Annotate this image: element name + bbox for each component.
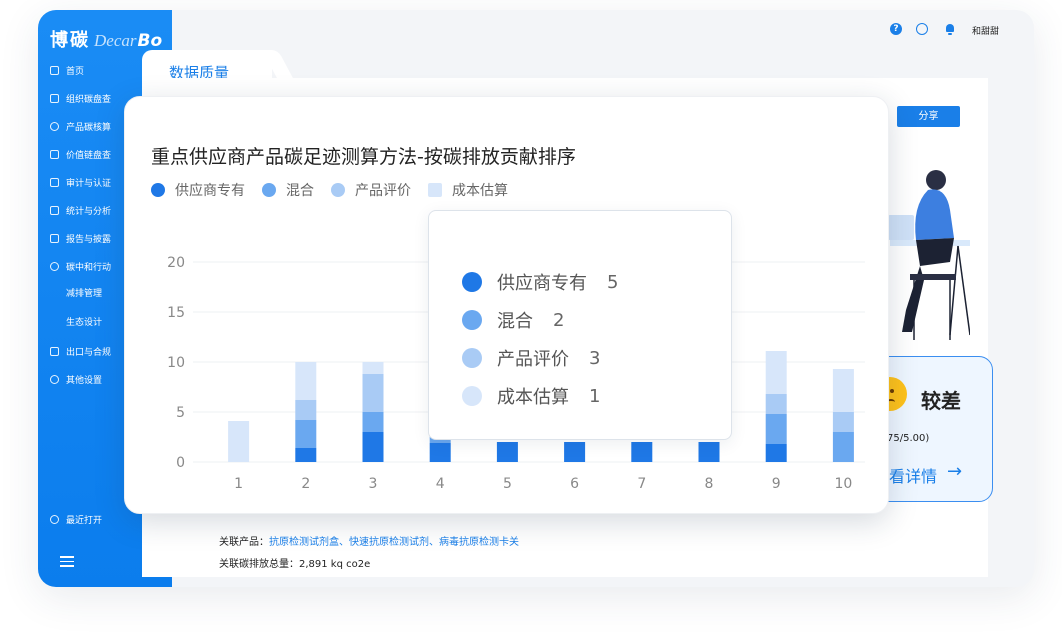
clock-icon bbox=[50, 515, 59, 524]
bar-segment bbox=[362, 374, 384, 412]
bar-segment bbox=[362, 362, 384, 374]
bar-segment bbox=[496, 442, 518, 462]
sidebar-item-settings[interactable]: 其他设置 bbox=[50, 373, 102, 386]
stats-icon bbox=[50, 206, 59, 215]
bar-segment bbox=[832, 412, 854, 432]
sidebar-subitem-reduction[interactable]: 减排管理 bbox=[66, 286, 102, 299]
sidebar-item-statistics[interactable]: 统计与分析 bbox=[50, 204, 111, 217]
target-icon bbox=[50, 262, 59, 271]
x-tick-label: 4 bbox=[436, 476, 445, 492]
sidebar-item-export[interactable]: 出口与合规 bbox=[50, 345, 111, 358]
related-emissions-value: 2,891 kq co2e bbox=[299, 559, 371, 570]
tooltip-row: 成本估算 1 bbox=[462, 383, 600, 409]
tooltip-swatch bbox=[462, 272, 482, 292]
sidebar-item-reports[interactable]: 报告与披露 bbox=[50, 232, 111, 245]
user-check-icon bbox=[50, 178, 59, 187]
related-products: 关联产品：抗原检测试剂盒、快速抗原检测试剂、病毒抗原检测卡关 bbox=[219, 533, 519, 548]
brand-en-light: Decar bbox=[94, 31, 137, 50]
help-icon[interactable]: ? bbox=[890, 23, 902, 35]
tooltip-row: 产品评价 3 bbox=[462, 345, 600, 371]
bar-segment bbox=[832, 369, 854, 412]
arrow-right-icon[interactable]: → bbox=[947, 461, 962, 482]
home-icon bbox=[50, 66, 59, 75]
y-tick-label: 10 bbox=[167, 355, 185, 371]
x-tick-label: 6 bbox=[570, 476, 579, 492]
bar-segment bbox=[295, 448, 317, 462]
bar-segment bbox=[564, 442, 586, 462]
x-tick-label: 3 bbox=[369, 476, 378, 492]
related-products-label: 关联产品： bbox=[219, 537, 269, 548]
share-button[interactable]: 分享 bbox=[897, 106, 960, 127]
brand-logo[interactable]: 博碳 Decar Bo bbox=[50, 26, 162, 52]
bar-segment bbox=[832, 432, 854, 462]
top-bar: ? 和甜甜 bbox=[172, 10, 1034, 52]
x-tick-label: 10 bbox=[834, 476, 852, 492]
collapse-menu-icon[interactable] bbox=[60, 556, 74, 567]
bar-segment bbox=[765, 394, 787, 414]
rating-label: 较差 bbox=[921, 389, 961, 413]
sidebar-item-home[interactable]: 首页 bbox=[50, 64, 84, 77]
bar-segment bbox=[295, 362, 317, 400]
bar-segment bbox=[765, 414, 787, 444]
tooltip-row: 供应商专有 5 bbox=[462, 269, 618, 295]
report-icon bbox=[50, 234, 59, 243]
related-products-links[interactable]: 抗原检测试剂盒、快速抗原检测试剂、病毒抗原检测卡关 bbox=[269, 537, 519, 548]
bar-segment bbox=[631, 442, 653, 462]
sidebar-item-org-inventory[interactable]: 组织碳盘查 bbox=[50, 92, 111, 105]
brand-cn: 博碳 bbox=[50, 30, 90, 51]
bell-icon[interactable] bbox=[944, 23, 956, 35]
tooltip-swatch bbox=[462, 310, 482, 330]
brand-en-bold: Bo bbox=[137, 31, 163, 51]
y-tick-label: 0 bbox=[176, 455, 185, 471]
bar-segment bbox=[295, 420, 317, 448]
bar-segment bbox=[765, 444, 787, 462]
bar-segment bbox=[429, 443, 451, 462]
tooltip-swatch bbox=[462, 386, 482, 406]
bar-segment bbox=[295, 400, 317, 420]
sidebar-item-audit[interactable]: 审计与认证 bbox=[50, 176, 111, 189]
view-details-link[interactable]: 看详情 bbox=[889, 463, 937, 487]
x-tick-label: 1 bbox=[234, 476, 243, 492]
bar-segment bbox=[362, 412, 384, 432]
user-name[interactable]: 和甜甜 bbox=[972, 24, 999, 37]
x-tick-label: 7 bbox=[637, 476, 646, 492]
y-tick-label: 5 bbox=[176, 405, 185, 421]
bar-segment bbox=[228, 421, 250, 462]
related-emissions: 关联碳排放总量：2,891 kq co2e bbox=[219, 555, 370, 570]
checklist-icon bbox=[50, 94, 59, 103]
sidebar-item-value-chain[interactable]: 价值链盘查 bbox=[50, 148, 111, 161]
chart-tooltip: 供应商专有 5 混合 2 产品评价 3 成本估算 1 bbox=[428, 210, 732, 440]
y-tick-label: 20 bbox=[167, 255, 185, 271]
export-icon bbox=[50, 347, 59, 356]
bar-segment bbox=[362, 432, 384, 462]
chain-icon bbox=[50, 150, 59, 159]
sidebar-subitem-ecodesign[interactable]: 生态设计 bbox=[66, 315, 102, 328]
settings-icon bbox=[50, 375, 59, 384]
x-tick-label: 8 bbox=[705, 476, 714, 492]
x-tick-label: 5 bbox=[503, 476, 512, 492]
rating-score: 75/5.00) bbox=[887, 433, 930, 444]
tab-data-quality[interactable]: 数据质量 bbox=[142, 50, 272, 82]
sidebar-item-neutrality[interactable]: 碳中和行动 bbox=[50, 260, 111, 273]
y-tick-label: 15 bbox=[167, 305, 185, 321]
bar-segment bbox=[698, 442, 720, 462]
related-emissions-label: 关联碳排放总量： bbox=[219, 559, 299, 570]
sidebar-item-product-accounting[interactable]: 产品碳核算 bbox=[50, 120, 111, 133]
bar-segment bbox=[765, 351, 787, 394]
globe-icon[interactable] bbox=[916, 23, 928, 35]
product-icon bbox=[50, 122, 59, 131]
tooltip-swatch bbox=[462, 348, 482, 368]
sidebar-item-recent[interactable]: 最近打开 bbox=[50, 513, 102, 526]
x-tick-label: 9 bbox=[772, 476, 781, 492]
x-tick-label: 2 bbox=[301, 476, 310, 492]
tooltip-row: 混合 2 bbox=[462, 307, 564, 333]
